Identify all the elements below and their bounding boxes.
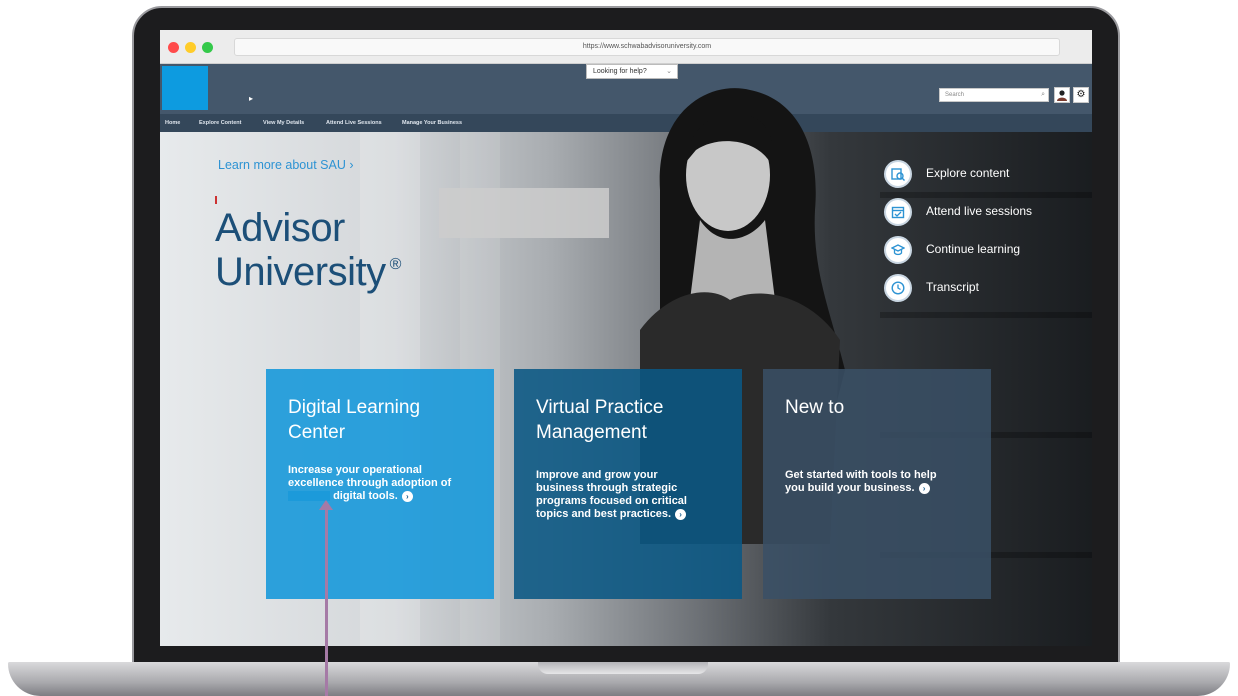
card-virtual-practice-management[interactable]: Virtual Practice Management Improve and … <box>514 369 742 599</box>
redaction-block <box>439 188 609 238</box>
decorative-mark <box>215 196 217 204</box>
arrow-right-icon[interactable]: › <box>401 490 413 502</box>
site-logo[interactable] <box>162 66 208 110</box>
quick-link-label: Continue learning <box>926 242 1021 256</box>
quick-link-label: Attend live sessions <box>926 204 1033 218</box>
explore-content-icon <box>884 160 912 188</box>
quick-link-explore-content[interactable]: Explore content <box>884 160 1074 188</box>
nav-item-manage-your-business[interactable]: Manage Your Business <box>402 114 462 132</box>
card-title: Digital Learning Center <box>288 397 421 443</box>
address-bar[interactable]: https://www.schwabadvisoruniversity.com <box>234 38 1060 56</box>
card-description: Increase your operational excellence thr… <box>288 464 452 502</box>
play-arrow-icon: ▸ <box>249 94 254 103</box>
laptop-notch <box>538 662 708 674</box>
registered-mark: ® <box>389 256 402 273</box>
user-profile-icon[interactable] <box>1054 87 1070 103</box>
card-description: Get started with tools to help you build… <box>785 469 937 494</box>
calendar-icon <box>884 198 912 226</box>
learn-more-link[interactable]: Learn more about SAU › <box>218 158 354 172</box>
search-input[interactable]: Search ⌕ <box>939 88 1049 102</box>
card-title: Virtual Practice Management <box>536 397 664 443</box>
nav-item-attend-live-sessions[interactable]: Attend Live Sessions <box>326 114 382 132</box>
card-digital-learning-center[interactable]: Digital Learning Center Increase your op… <box>266 369 494 599</box>
nav-item-view-my-details[interactable]: View My Details <box>263 114 304 132</box>
annotation-pointer-line <box>325 506 328 696</box>
nav-item-home[interactable]: Home <box>165 114 180 132</box>
card-title: New to <box>785 397 845 418</box>
arrow-right-icon[interactable]: › <box>918 482 930 494</box>
site-title-line1: Advisor <box>215 206 345 250</box>
minimize-window-button[interactable] <box>185 42 196 53</box>
quick-link-attend-live-sessions[interactable]: Attend live sessions <box>884 198 1074 226</box>
card-description: Improve and grow your business through s… <box>536 469 687 520</box>
laptop-screen: https://www.schwabadvisoruniversity.com … <box>160 30 1092 646</box>
site-title-line2: University ® <box>215 250 402 294</box>
close-window-button[interactable] <box>168 42 179 53</box>
maximize-window-button[interactable] <box>202 42 213 53</box>
quick-link-label: Transcript <box>926 280 979 294</box>
search-placeholder: Search <box>945 92 965 98</box>
graduation-cap-icon <box>884 236 912 264</box>
card-new-to[interactable]: New to Get started with tools to help yo… <box>763 369 991 599</box>
browser-toolbar: https://www.schwabadvisoruniversity.com <box>160 30 1092 64</box>
quick-link-continue-learning[interactable]: Continue learning <box>884 236 1074 264</box>
clock-icon <box>884 274 912 302</box>
arrow-right-icon[interactable]: › <box>675 508 687 520</box>
quick-link-label: Explore content <box>926 166 1010 180</box>
nav-item-explore-content[interactable]: Explore Content <box>199 114 241 132</box>
search-icon[interactable]: ⌕ <box>1041 89 1045 101</box>
quick-link-transcript[interactable]: Transcript <box>884 274 1074 302</box>
settings-gear-icon[interactable]: ⚙ <box>1073 87 1089 103</box>
